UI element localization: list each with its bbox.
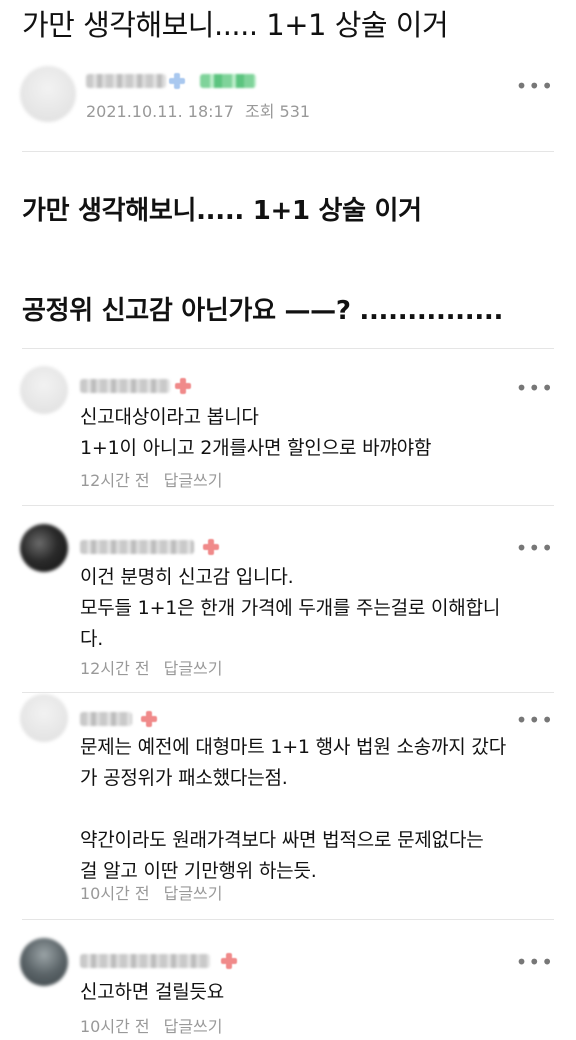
reply-button[interactable]: 답글쓰기	[164, 1017, 223, 1036]
comment-meta: 10시간 전 답글쓰기	[80, 1013, 223, 1037]
comment-meta: 12시간 전 답글쓰기	[80, 655, 223, 679]
reply-button[interactable]: 답글쓰기	[164, 884, 223, 903]
member-badge-icon	[168, 72, 186, 90]
more-options-icon[interactable]: •••	[516, 710, 554, 730]
member-badge-icon	[140, 710, 158, 728]
author-avatar[interactable]	[20, 66, 76, 122]
comment-meta: 12시간 전 답글쓰기	[80, 467, 223, 491]
comment-text: 신고하면 걸릴듯요	[80, 981, 225, 1003]
comment-avatar[interactable]	[20, 938, 68, 986]
divider	[22, 348, 554, 349]
comment-time: 10시간 전	[80, 1017, 150, 1036]
comment-avatar[interactable]	[20, 694, 68, 742]
divider	[22, 151, 554, 152]
divider	[22, 692, 554, 693]
comment-author-name[interactable]	[80, 712, 132, 726]
comment-time: 10시간 전	[80, 884, 150, 903]
member-badge-icon	[220, 952, 238, 970]
member-badge-icon	[174, 377, 192, 395]
comment-avatar[interactable]	[20, 366, 68, 414]
comment-meta: 10시간 전 답글쓰기	[80, 880, 223, 904]
post-body-line: 공정위 신고감 아닌가요 ——? ...............	[22, 296, 504, 326]
post-title: 가만 생각해보니..... 1+1 상술 이거	[22, 8, 449, 42]
divider	[22, 505, 554, 506]
reply-button[interactable]: 답글쓰기	[164, 659, 223, 678]
comment-author-name[interactable]	[80, 379, 170, 393]
comment-avatar[interactable]	[20, 524, 68, 572]
post-date: 2021.10.11. 18:17	[86, 102, 234, 121]
comment-author-name[interactable]	[80, 954, 210, 968]
more-options-icon[interactable]: •••	[516, 952, 554, 972]
comment-time: 12시간 전	[80, 471, 150, 490]
reply-button[interactable]: 답글쓰기	[164, 471, 223, 490]
more-options-icon[interactable]: •••	[516, 538, 554, 558]
post-body-line: 가만 생각해보니..... 1+1 상술 이거	[22, 196, 422, 226]
comment-text: 이건 분명히 신고감 입니다. 모두들 1+1은 한개 가격에 두개를 주는걸로…	[80, 566, 501, 650]
member-badge-icon	[202, 538, 220, 556]
comment-text: 신고대상이라고 봅니다 1+1이 아니고 2개를사면 할인으로 바꺄야함	[80, 406, 432, 459]
more-options-icon[interactable]: •••	[516, 378, 554, 398]
member-level-badge	[200, 74, 256, 88]
comment-author-name[interactable]	[80, 540, 194, 554]
comment-time: 12시간 전	[80, 659, 150, 678]
more-options-icon[interactable]: •••	[516, 76, 554, 96]
comment-text: 문제는 예전에 대형마트 1+1 행사 법원 소송까지 갔다 가 공정위가 패소…	[80, 736, 506, 882]
post-views: 조회 531	[244, 102, 311, 121]
post-meta: 2021.10.11. 18:17 조회 531	[86, 98, 310, 122]
author-name[interactable]	[86, 74, 166, 88]
divider	[22, 919, 554, 920]
